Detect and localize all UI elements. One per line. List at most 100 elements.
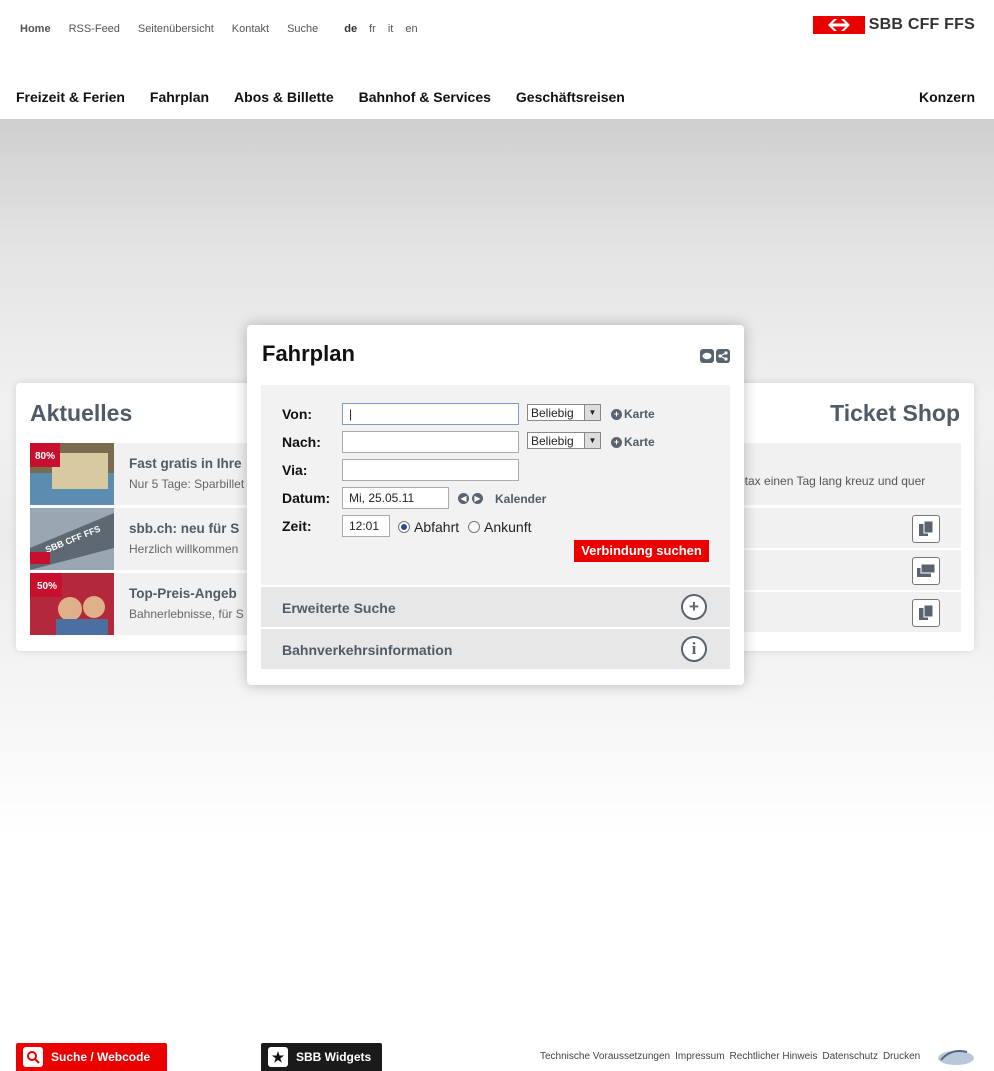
zeit-label: Zeit:: [282, 518, 312, 534]
footer-link-datenschutz[interactable]: Datenschutz: [822, 1051, 878, 1062]
news-item[interactable]: 80% Fast gratis in Ihre Nur 5 Tage: Spar…: [30, 443, 266, 505]
lang-it[interactable]: it: [388, 23, 394, 35]
news-thumbnail: 80%: [30, 443, 114, 505]
via-input[interactable]: [342, 459, 519, 481]
footer-link-technik[interactable]: Technische Voraussetzungen: [540, 1051, 670, 1062]
von-input[interactable]: |: [342, 403, 519, 425]
meta-link-home[interactable]: Home: [20, 23, 51, 35]
date-nav: ◀ ▶: [458, 493, 486, 504]
radio-selected-icon: [398, 521, 410, 533]
nach-label: Nach:: [282, 434, 321, 450]
karte-label: Karte: [624, 435, 655, 449]
expand-plus-icon: +: [681, 594, 707, 620]
meta-link-search[interactable]: Suche: [287, 23, 318, 35]
nach-station-select-value: Beliebig: [531, 434, 574, 448]
chevron-down-icon: ▼: [584, 433, 600, 448]
nav-geschaeftsreisen[interactable]: Geschäftsreisen: [516, 89, 625, 105]
info-icon: i: [681, 636, 707, 662]
prev-day-icon[interactable]: ◀: [458, 493, 469, 504]
pass-icon[interactable]: [912, 557, 940, 585]
fahrplan-widget: Fahrplan Von: | Beliebig ▼ + Karte Nach:…: [247, 325, 744, 685]
von-label: Von:: [282, 406, 313, 422]
ticketshop-row[interactable]: [728, 508, 961, 548]
footer-partner-logo-icon[interactable]: [937, 1046, 975, 1066]
svg-text:80%: 80%: [35, 451, 55, 462]
nav-freizeit[interactable]: Freizeit & Ferien: [16, 89, 125, 105]
meta-link-sitemap[interactable]: Seitenübersicht: [138, 23, 214, 35]
ticketshop-panel: Ticket Shop ptax einen Tag lang kreuz un…: [728, 383, 974, 651]
logo-text: SBB CFF FFS: [868, 16, 975, 33]
news-subtitle: Bahnerlebnisse, für S: [129, 607, 244, 621]
sbb-logo[interactable]: SBB CFF FFS: [812, 16, 975, 34]
aktuelles-panel: Aktuelles 80% Fast gratis in Ihre Nur 5 …: [16, 383, 266, 651]
fahrplan-title: Fahrplan: [262, 341, 355, 366]
news-thumbnail: SBB CFF FFS: [30, 508, 114, 570]
kalender-link[interactable]: Kalender: [495, 492, 546, 506]
karte-label: Karte: [624, 407, 655, 421]
footer-search-label: Suche / Webcode: [51, 1050, 151, 1064]
news-thumbnail: 50%: [30, 573, 114, 635]
chevron-down-icon: ▼: [584, 405, 600, 420]
news-subtitle: Herzlich willkommen: [129, 542, 239, 556]
via-label: Via:: [282, 462, 308, 478]
footer-link-impressum[interactable]: Impressum: [675, 1051, 724, 1062]
plus-icon: +: [611, 436, 622, 448]
footer-widgets-button[interactable]: ★ SBB Widgets: [261, 1043, 382, 1071]
datum-input[interactable]: Mi, 25.05.11: [342, 487, 449, 509]
bahnverkehrsinfo-label: Bahnverkehrsinformation: [282, 642, 453, 658]
meta-nav: Home RSS-Feed Seitenübersicht Kontakt Su…: [20, 22, 430, 36]
news-title: sbb.ch: neu für S: [129, 521, 240, 536]
search-icon: [23, 1047, 43, 1067]
ankunft-label: Ankunft: [484, 519, 532, 535]
ticket-icon[interactable]: [912, 515, 940, 543]
fahrplan-form: Von: | Beliebig ▼ + Karte Nach: Beliebig…: [261, 385, 730, 585]
footer-link-drucken[interactable]: Drucken: [883, 1051, 920, 1062]
von-station-select-value: Beliebig: [531, 406, 574, 420]
ticketshop-title: Ticket Shop: [830, 400, 960, 426]
nav-bahnhof[interactable]: Bahnhof & Services: [359, 89, 491, 105]
abfahrt-label: Abfahrt: [414, 519, 460, 535]
news-item[interactable]: SBB CFF FFS sbb.ch: neu für S Herzlich w…: [30, 508, 266, 570]
news-title: Fast gratis in Ihre: [129, 456, 242, 471]
nav-fahrplan[interactable]: Fahrplan: [150, 89, 209, 105]
footer-links: Technische Voraussetzungen Impressum Rec…: [540, 1051, 925, 1062]
lang-en[interactable]: en: [405, 23, 417, 35]
datum-label: Datum:: [282, 490, 331, 506]
meta-link-contact[interactable]: Kontakt: [232, 23, 269, 35]
von-station-select[interactable]: Beliebig ▼: [527, 404, 601, 421]
nav-konzern[interactable]: Konzern: [919, 89, 975, 105]
zeit-input[interactable]: 12:01: [342, 515, 390, 537]
aktuelles-title: Aktuelles: [30, 400, 133, 426]
plus-icon: +: [611, 408, 622, 420]
lang-de[interactable]: de: [344, 23, 357, 35]
radio-unselected-icon: [468, 521, 480, 533]
ankunft-radio[interactable]: Ankunft: [468, 519, 531, 535]
bahnverkehrsinfo-toggle[interactable]: Bahnverkehrsinformation i: [261, 629, 730, 669]
erweiterte-suche-toggle[interactable]: Erweiterte Suche +: [261, 587, 730, 627]
von-karte-link[interactable]: + Karte: [611, 407, 655, 421]
news-item[interactable]: 50% Top-Preis-Angeb Bahnerlebnisse, für …: [30, 573, 266, 635]
nach-station-select[interactable]: Beliebig ▼: [527, 432, 601, 449]
next-day-icon[interactable]: ▶: [472, 493, 483, 504]
ticket-icon[interactable]: [912, 599, 940, 627]
footer-search-button[interactable]: Suche / Webcode: [16, 1043, 167, 1071]
fahrplan-tools: [698, 349, 730, 363]
chat-icon[interactable]: [700, 349, 714, 363]
nach-input[interactable]: [342, 431, 519, 453]
star-icon: ★: [268, 1047, 288, 1067]
news-subtitle: Nur 5 Tage: Sparbillet: [129, 477, 245, 491]
lang-fr[interactable]: fr: [369, 23, 376, 35]
ticketshop-row[interactable]: [728, 592, 961, 632]
ticketshop-row[interactable]: ptax einen Tag lang kreuz und quer: [728, 443, 961, 505]
verbindung-suchen-button[interactable]: Verbindung suchen: [574, 540, 709, 562]
ticketshop-row-text: ptax einen Tag lang kreuz und quer: [738, 474, 926, 488]
main-nav: Freizeit & Ferien Fahrplan Abos & Billet…: [16, 88, 975, 106]
abfahrt-radio[interactable]: Abfahrt: [398, 519, 459, 535]
nach-karte-link[interactable]: + Karte: [611, 435, 655, 449]
meta-link-rss[interactable]: RSS-Feed: [69, 23, 120, 35]
news-title: Top-Preis-Angeb: [129, 586, 237, 601]
ticketshop-row[interactable]: [728, 550, 961, 590]
footer-link-rechtlich[interactable]: Rechtlicher Hinweis: [730, 1051, 818, 1062]
share-icon[interactable]: [716, 349, 730, 363]
nav-abos[interactable]: Abos & Billette: [234, 89, 334, 105]
